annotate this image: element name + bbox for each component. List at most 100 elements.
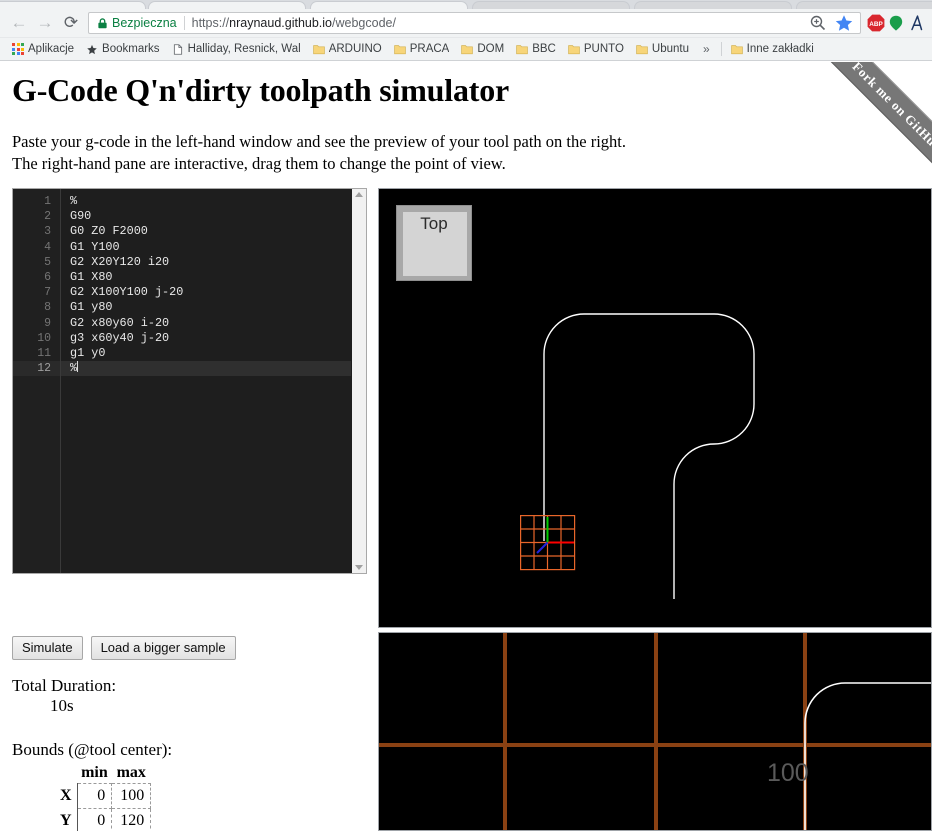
back-icon[interactable]: ← <box>6 10 32 36</box>
browser-tab[interactable] <box>796 1 932 9</box>
intro-line-2: The right-hand pane are interactive, dra… <box>12 154 506 173</box>
lock-icon <box>98 17 107 28</box>
folder-icon <box>461 44 474 54</box>
code-line: G0 Z0 F2000 <box>70 224 148 239</box>
cell-x-max: 100 <box>111 783 152 809</box>
browser-tab[interactable] <box>634 1 792 9</box>
folder-icon <box>636 44 648 54</box>
toolpath-viewport-top[interactable]: Top <box>378 188 932 628</box>
page-title: G-Code Q'n'dirty toolpath simulator <box>12 72 510 108</box>
line-number: 9 <box>44 316 51 330</box>
bookmarks-bar: Aplikacje Bookmarks Halliday, Resnick, W… <box>0 38 932 61</box>
adblock-plus-icon[interactable]: ABP <box>866 13 886 33</box>
browser-window: ← → ⟳ Bezpieczna https://nraynaud.github… <box>0 0 932 831</box>
code-line-text: % <box>70 361 78 376</box>
row-header-x: X <box>60 787 72 804</box>
gcode-editor[interactable]: 1 2 3 4 5 6 7 8 9 10 11 12 % G90 G0 Z0 F… <box>12 188 367 574</box>
cell-y-min: 0 <box>76 808 113 831</box>
apps-shortcut[interactable]: Aplikacje <box>6 40 80 59</box>
line-number: 6 <box>44 270 51 284</box>
bookmarks-overflow-button[interactable]: » <box>695 42 718 56</box>
text-cursor <box>77 361 79 373</box>
bookmark-folder-praca[interactable]: PRACA <box>388 40 456 59</box>
browser-toolbar: ← → ⟳ Bezpieczna https://nraynaud.github… <box>0 9 932 38</box>
bounds-corner-cell <box>60 764 77 784</box>
tab-strip <box>0 0 932 9</box>
browser-tab[interactable] <box>472 1 630 9</box>
scroll-down-arrow-icon[interactable] <box>355 565 363 570</box>
line-number: 10 <box>37 331 51 345</box>
other-bookmarks-label: Inne zakładki <box>746 43 814 55</box>
apps-label: Aplikacje <box>28 43 75 55</box>
bookmark-folder-bbc[interactable]: BBC <box>510 40 562 59</box>
code-line: G1 Y100 <box>70 239 120 254</box>
table-row: Y 0 120 <box>60 808 152 831</box>
bounds-label: Bounds (@tool center): <box>12 740 173 759</box>
table-header-row: min max <box>60 764 151 784</box>
line-number-active: 12 <box>13 361 60 377</box>
scroll-up-arrow-icon[interactable] <box>355 192 363 197</box>
compass-extension-icon[interactable] <box>906 13 926 33</box>
bookmark-folder-dom[interactable]: DOM <box>455 40 510 59</box>
browser-tab[interactable] <box>310 1 468 9</box>
star-icon[interactable] <box>834 13 854 33</box>
bookmark-label: Bookmarks <box>102 43 160 55</box>
forward-icon[interactable]: → <box>32 10 58 36</box>
zoom-in-icon[interactable] <box>808 13 828 33</box>
browser-tab[interactable] <box>148 1 306 9</box>
line-number: 2 <box>44 210 51 224</box>
omnibox-divider <box>183 16 185 30</box>
line-number: 11 <box>37 346 51 360</box>
green-dot-extension-icon[interactable] <box>886 13 906 33</box>
editor-scrollbar[interactable] <box>351 189 366 573</box>
simulation-results: Total Duration: 10s Bounds (@tool center… <box>12 676 172 831</box>
load-bigger-sample-button[interactable]: Load a bigger sample <box>90 636 236 660</box>
row-header-y: Y <box>60 812 72 829</box>
code-line: G1 y80 <box>70 300 113 315</box>
url-host: nraynaud.github.io <box>229 16 333 30</box>
folder-icon <box>730 44 743 54</box>
bookmark-label: PRACA <box>409 43 450 55</box>
column-header-max: max <box>116 764 146 781</box>
page-intro: Paste your g-code in the left-hand windo… <box>0 109 932 175</box>
bookmark-item-bookmarks[interactable]: Bookmarks <box>80 40 166 59</box>
view-orientation-cube[interactable]: Top <box>396 205 472 281</box>
simulate-button[interactable]: Simulate <box>12 636 83 660</box>
code-line: g3 x60y40 j-20 <box>70 330 170 345</box>
bookmark-folder-punto[interactable]: PUNTO <box>562 40 630 59</box>
origin-marker <box>520 515 576 571</box>
view-cube-label: Top <box>420 214 448 233</box>
axis-z-indicator <box>536 541 549 554</box>
code-line: G2 x80y60 i-20 <box>70 315 170 330</box>
bookmark-folder-ubuntu[interactable]: Ubuntu <box>630 40 695 59</box>
line-number: 4 <box>44 240 51 254</box>
bounds-table: min max X 0 100 Y 0 120 <box>60 764 152 831</box>
bookmark-item-halliday[interactable]: Halliday, Resnick, Wal <box>166 40 307 59</box>
bookmark-label: ARDUINO <box>328 43 382 55</box>
toolpath-viewport-bottom[interactable]: 100 <box>378 632 932 831</box>
editor-controls: Simulate Load a bigger sample <box>12 636 236 660</box>
total-duration-label: Total Duration: <box>12 676 117 695</box>
bookmark-label: Halliday, Resnick, Wal <box>187 43 301 55</box>
toolpath-line <box>804 682 931 830</box>
toolpath-canvas-bottom[interactable] <box>379 633 931 830</box>
grid-axis-label: 100 <box>767 759 809 787</box>
bookmark-label: DOM <box>477 43 505 55</box>
other-bookmarks-folder[interactable]: Inne zakładki <box>725 40 820 59</box>
editor-code-area[interactable]: % G90 G0 Z0 F2000 G1 Y100 G2 X20Y120 i20… <box>60 189 351 573</box>
code-line: G2 X100Y100 j-20 <box>70 285 184 300</box>
reference-grid <box>379 633 931 830</box>
folder-icon <box>568 44 580 54</box>
bookmark-label: PUNTO <box>583 43 624 55</box>
omnibox-actions <box>808 13 856 33</box>
address-bar[interactable]: Bezpieczna https://nraynaud.github.io/we… <box>88 12 861 34</box>
code-line-active: % <box>61 361 351 377</box>
bookmark-label: Ubuntu <box>651 43 689 55</box>
reload-icon[interactable]: ⟳ <box>58 10 84 36</box>
bookmark-folder-arduino[interactable]: ARDUINO <box>307 40 388 59</box>
code-line: G2 X20Y120 i20 <box>70 254 170 269</box>
browser-tab[interactable] <box>0 1 146 9</box>
line-number: 7 <box>44 286 51 300</box>
star-icon <box>87 44 97 54</box>
column-header-min: min <box>81 764 108 781</box>
